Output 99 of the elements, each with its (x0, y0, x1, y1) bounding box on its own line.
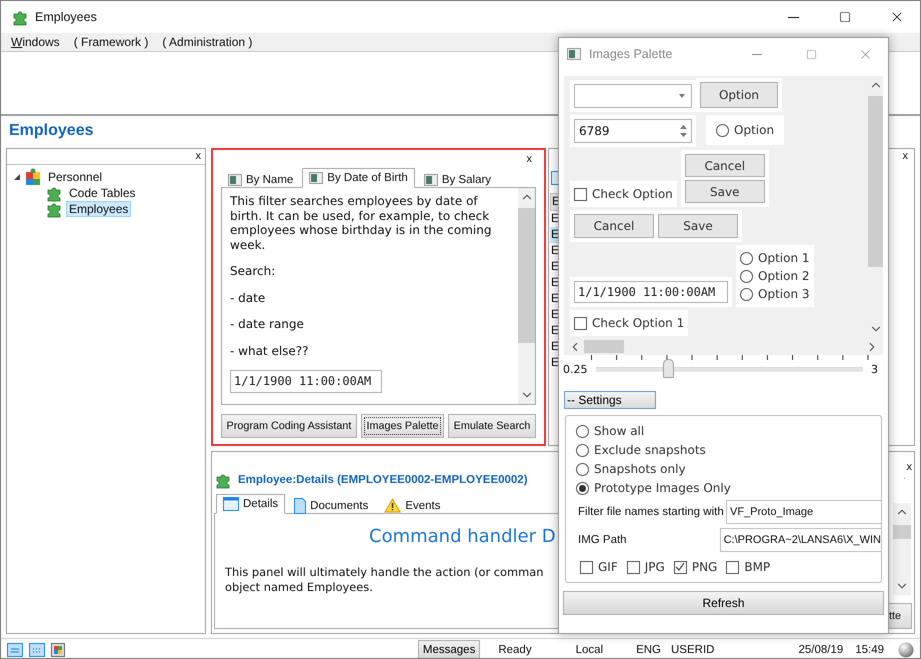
scroll-thumb[interactable] (518, 208, 535, 344)
messages-button[interactable]: Messages (418, 640, 480, 658)
body-text: object named Employees. (225, 580, 373, 595)
spin-arrows-icon[interactable] (680, 124, 687, 138)
body-text: This panel will ultimately handle the action (or comman (225, 565, 544, 580)
stacked-button[interactable]: Cancel (684, 154, 765, 177)
time-text: 15:49 (855, 644, 884, 656)
menu-item[interactable]: Windows (11, 35, 60, 49)
list-row[interactable]: E (550, 259, 559, 275)
description-text: - what else?? (230, 344, 310, 358)
scroll-thumb[interactable] (584, 340, 624, 353)
checkbox-option[interactable]: PNG (674, 558, 718, 576)
vertical-scrollbar[interactable] (893, 503, 911, 595)
action-button[interactable]: Emulate Search (448, 414, 536, 438)
details-tab[interactable]: Documents (287, 496, 376, 514)
checkbox-option[interactable]: GIF (580, 558, 618, 576)
description-text: This filter searches employees by date of birth. It can be used, for example, to check employees whose birthday is in the coming week. (230, 194, 492, 252)
image-icon (309, 172, 324, 184)
input-field[interactable]: VF_Proto_Image (726, 500, 881, 524)
command-heading: Command handler D (369, 526, 556, 547)
description-text: - date (230, 290, 266, 305)
list-row[interactable]: E (550, 323, 559, 339)
action-button[interactable]: Program Coding Assistant (221, 414, 357, 438)
dropdown-field[interactable] (574, 84, 692, 108)
list-row[interactable]: E (550, 307, 559, 323)
slider-thumb[interactable] (662, 359, 674, 378)
radio-option[interactable]: Option 2 (740, 267, 810, 285)
tree-item[interactable]: Personnel (45, 169, 106, 185)
tree-item[interactable]: Code Tables (66, 185, 138, 201)
radio-option[interactable]: Option 3 (740, 285, 810, 303)
date-field[interactable]: 1/1/1900 11:00:00AM (574, 281, 728, 303)
scroll-thumb[interactable] (868, 96, 883, 267)
minimize-icon (788, 16, 798, 18)
status-text: Ready (498, 644, 532, 656)
filter-tab[interactable]: By Date of Birth (302, 168, 415, 188)
tiles-icon[interactable] (51, 642, 65, 656)
date-text: 25/08/19 (798, 644, 844, 656)
window-icon[interactable] (7, 642, 23, 656)
menu-item[interactable]: ( Administration ) (162, 35, 252, 49)
list-row[interactable]: E (550, 355, 559, 371)
window-title: Employees (35, 10, 98, 24)
description-text: Search: (230, 264, 276, 278)
slider-min-label: 0.25 (563, 362, 588, 376)
details-tab[interactable]: Details (216, 494, 286, 514)
details-tab[interactable]: Events (377, 496, 448, 514)
status-ball-icon (898, 642, 914, 658)
radio-option[interactable]: Prototype Images Only (576, 479, 881, 497)
list-row[interactable]: E (550, 275, 559, 291)
checkbox-option[interactable]: BMP (726, 558, 770, 576)
radio-option[interactable]: Option 1 (740, 249, 810, 267)
row-button[interactable]: Save (658, 214, 738, 238)
image-icon (228, 174, 242, 186)
menu-item[interactable]: ( Framework ) (74, 35, 148, 49)
close-button[interactable]: x (526, 152, 532, 168)
radio-option[interactable]: Exclude snapshots (576, 441, 881, 459)
image-icon (424, 174, 438, 186)
location-text: Local (576, 644, 604, 656)
list-row[interactable]: E (550, 243, 559, 259)
close-button[interactable]: x (902, 149, 908, 165)
scroll-thumb[interactable] (893, 525, 911, 539)
number-field[interactable]: 6789 (574, 119, 692, 143)
warning-icon (384, 498, 402, 513)
filter-tab[interactable]: By Salary (416, 170, 498, 188)
checkmark-icon (675, 562, 686, 572)
option-button[interactable]: Option (700, 82, 778, 108)
list-row[interactable]: E (550, 291, 559, 307)
expand-icon[interactable] (13, 173, 21, 181)
radio-option[interactable]: Snapshots only (576, 460, 881, 478)
page-heading: Employees (8, 121, 94, 141)
dropdown-caret-icon[interactable] (679, 94, 685, 98)
details-title: Employee:Details (EMPLOYEE0002-EMPLOYEE0002) (238, 474, 528, 486)
window-icon (223, 497, 239, 511)
description-text: - date range (230, 317, 305, 332)
list-row[interactable]: E (550, 339, 559, 355)
action-button[interactable]: Images Palette (360, 414, 444, 438)
field-label: Filter file names starting with (577, 506, 725, 518)
stacked-button[interactable]: Save (684, 180, 765, 203)
row-button[interactable]: Cancel (574, 214, 654, 238)
radio-option[interactable]: Show all (576, 422, 881, 440)
tree-item[interactable]: Employees (66, 201, 132, 217)
field-label: IMG Path (577, 534, 628, 546)
refresh-button[interactable]: Refresh (563, 591, 884, 615)
user-text: USERID (671, 644, 714, 656)
close-button[interactable]: x (196, 149, 201, 164)
date-field[interactable]: 1/1/1900 11:00:00AM (230, 370, 382, 392)
document-icon (294, 498, 306, 514)
checkbox-option[interactable]: JPG (626, 558, 665, 576)
filter-tab[interactable]: By Name (221, 170, 300, 188)
input-field[interactable]: C:\PROGRA~2\LANSA6\X_WIN (720, 528, 881, 552)
palette-title: Images Palette (589, 47, 674, 61)
puzzle-icon (24, 168, 42, 186)
settings-button[interactable]: -- Settings (564, 391, 656, 409)
image-icon (567, 48, 581, 60)
vertical-scrollbar[interactable] (518, 188, 535, 404)
list-row[interactable]: E (550, 211, 559, 227)
close-button[interactable]: x (906, 460, 912, 474)
language-text: ENG (636, 644, 661, 656)
slider-max-label: 3 (871, 362, 878, 376)
calendar-icon[interactable] (29, 642, 45, 656)
